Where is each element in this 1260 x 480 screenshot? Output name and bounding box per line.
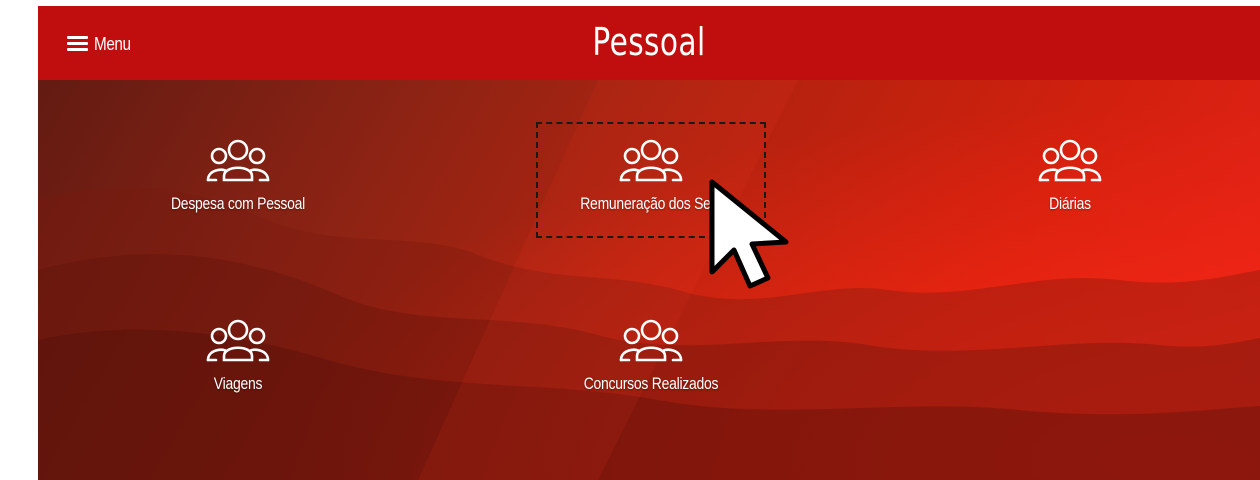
people-group-icon — [619, 319, 683, 362]
tile-diarias[interactable]: Diárias — [950, 138, 1190, 214]
tile-label: Concursos Realizados — [583, 374, 719, 393]
tile-despesa-com-pessoal[interactable]: Despesa com Pessoal — [118, 138, 358, 214]
menu-button[interactable]: Menu — [67, 33, 137, 55]
people-group-icon — [206, 139, 270, 182]
tile-label: Diárias — [1049, 194, 1091, 213]
people-group-icon — [206, 319, 270, 362]
top-bar: Menu Pessoal — [38, 6, 1260, 80]
tile-label: Despesa com Pessoal — [170, 194, 306, 213]
tile-label: Viagens — [213, 374, 263, 393]
tile-viagens[interactable]: Viagens — [118, 318, 358, 394]
arrow-cursor-icon — [709, 179, 789, 289]
page-title: Pessoal — [592, 20, 706, 64]
menu-label: Menu — [94, 33, 131, 54]
hamburger-icon — [67, 36, 88, 52]
people-group-icon — [1038, 139, 1102, 182]
app-frame: Menu Pessoal Despesa com Pessoal Remuner… — [38, 6, 1260, 480]
tile-concursos-realizados[interactable]: Concursos Realizados — [531, 318, 771, 394]
